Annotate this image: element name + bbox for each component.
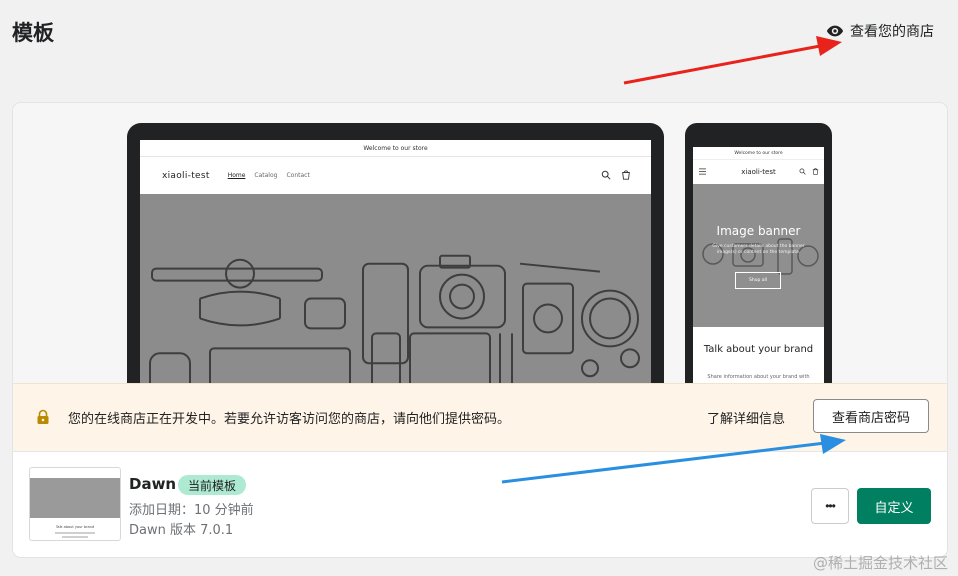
thumb-banner — [30, 478, 120, 518]
mobile-talk-title: Talk about your brand — [703, 344, 814, 355]
mobile-banner-title: Image banner — [716, 224, 801, 238]
red-annotation-arrow — [623, 44, 821, 85]
mobile-announcement-bar: Welcome to our store — [693, 147, 824, 160]
page-title: 模板 — [12, 21, 54, 45]
view-store-link[interactable]: 查看您的商店 — [826, 21, 934, 41]
lock-icon — [37, 409, 49, 424]
store-logo: xiaoli-test — [162, 170, 210, 181]
more-actions-button[interactable]: ••• — [811, 488, 849, 524]
announcement-bar: Welcome to our store — [140, 140, 651, 157]
mobile-cart-icon — [812, 168, 819, 175]
learn-more-link[interactable]: 了解详细信息 — [707, 408, 785, 427]
theme-thumbnail[interactable]: Talk about your brand — [29, 467, 121, 541]
thumb-line — [55, 532, 95, 534]
mobile-store-logo: xiaoli-test — [741, 168, 776, 176]
watermark: @稀土掘金技术社区 — [812, 554, 948, 572]
mobile-banner-button: Shop all — [735, 272, 781, 289]
mobile-talk-text: Share information about your brand with — [707, 374, 810, 380]
desktop-preview: Welcome to our store xiaoli-test Home Ca… — [127, 123, 664, 383]
mobile-banner-text: Give customers details about the banner … — [712, 244, 805, 256]
mobile-header: xiaoli-test — [693, 160, 824, 185]
eye-icon — [826, 25, 844, 37]
cart-icon — [622, 170, 630, 180]
desktop-screen: Welcome to our store xiaoli-test Home Ca… — [140, 140, 651, 383]
nav-contact: Contact — [286, 172, 310, 179]
mobile-screen: Welcome to our store xiaoli-test Image b… — [693, 147, 824, 383]
thumb-line — [62, 536, 88, 538]
dev-store-notice: 您的在线商店正在开发中。若要允许访客访问您的商店，请向他们提供密码。 了解详细信… — [13, 383, 947, 452]
thumb-caption: Talk about your brand — [55, 525, 95, 529]
mobile-search-icon — [799, 168, 806, 175]
theme-version: Dawn 版本 7.0.1 — [129, 523, 234, 538]
site-nav: Home Catalog Contact — [228, 172, 310, 179]
search-icon — [601, 170, 611, 180]
site-header: xiaoli-test Home Catalog Contact — [140, 157, 651, 195]
hero-banner-image — [140, 194, 651, 383]
more-icon: ••• — [825, 499, 836, 513]
notice-text: 您的在线商店正在开发中。若要允许访客访问您的商店，请向他们提供密码。 — [68, 412, 511, 427]
mobile-preview: Welcome to our store xiaoli-test Image b… — [685, 123, 832, 383]
theme-added-date: 添加日期：10 分钟前 — [129, 503, 254, 518]
current-theme-badge: 当前模板 — [178, 475, 247, 495]
menu-icon — [699, 168, 706, 175]
theme-card: Welcome to our store xiaoli-test Home Ca… — [13, 103, 947, 557]
site-icons — [601, 170, 631, 180]
theme-preview: Welcome to our store xiaoli-test Home Ca… — [13, 103, 947, 383]
theme-name: Dawn — [129, 475, 177, 493]
current-theme-row: Talk about your brand Dawn 当前模板 添加日期：10 … — [13, 451, 947, 557]
view-store-label: 查看您的商店 — [850, 24, 934, 40]
nav-home: Home — [227, 172, 246, 179]
nav-catalog: Catalog — [254, 172, 278, 179]
mobile-hero-banner: Image banner Give customers details abou… — [693, 184, 824, 327]
view-store-password-button[interactable]: 查看商店密码 — [813, 399, 929, 433]
customize-button[interactable]: 自定义 — [857, 488, 931, 524]
mobile-icons — [799, 168, 819, 175]
